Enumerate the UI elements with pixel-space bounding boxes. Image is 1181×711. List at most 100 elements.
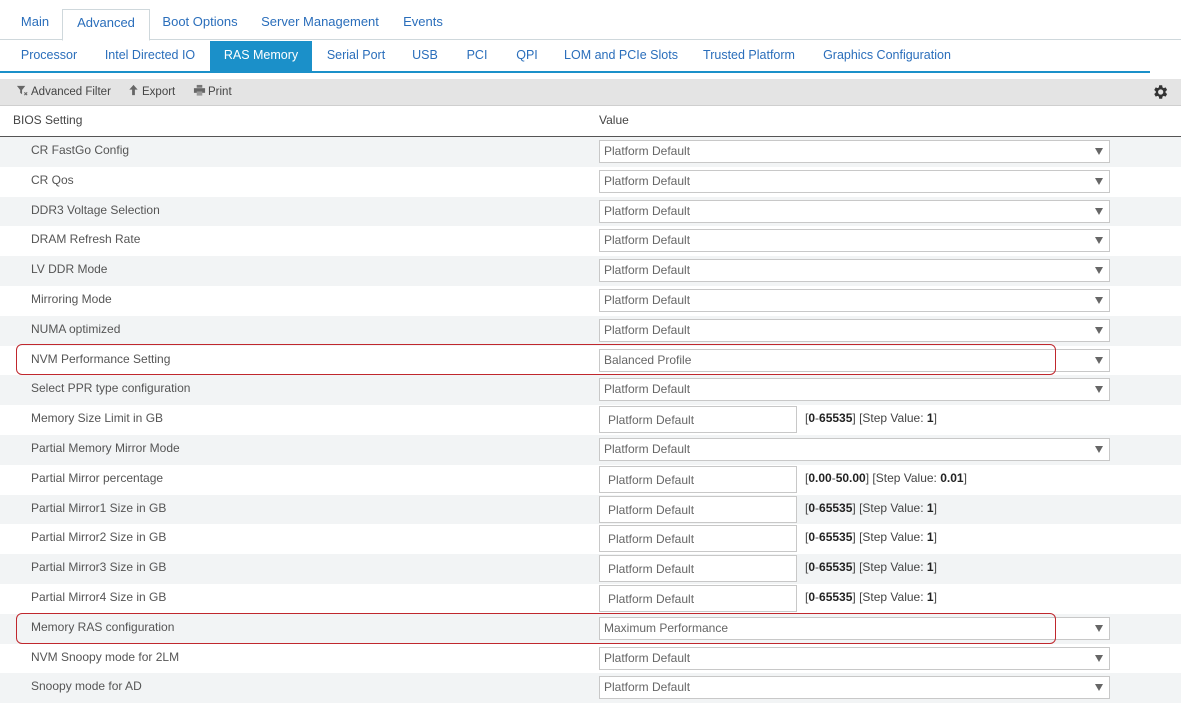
step-label: [Step Value: xyxy=(859,500,927,515)
dropdown-selected-value: Platform Default xyxy=(604,173,691,188)
setting-value-input[interactable]: Platform Default xyxy=(599,584,797,612)
setting-value-dropdown[interactable]: Platform Default xyxy=(599,229,1110,253)
range-max: 65535 xyxy=(819,589,853,604)
setting-value-dropdown[interactable]: Platform Default xyxy=(599,259,1110,283)
advanced-filter-label: Advanced Filter xyxy=(31,86,111,98)
caret-down-icon xyxy=(1095,237,1103,245)
dropdown-selected-value: Maximum Performance xyxy=(604,620,729,635)
caret-down-icon xyxy=(1095,386,1103,394)
setting-value-dropdown[interactable]: Platform Default xyxy=(599,378,1110,402)
setting-value-dropdown[interactable]: Platform Default xyxy=(599,676,1110,700)
table-row: Partial Memory Mirror Mode Platform Defau… xyxy=(0,434,1181,465)
subtab-lom-pcie-slots[interactable]: LOM and PCIe Slots xyxy=(556,41,686,71)
input-value: Platform Default xyxy=(608,472,695,487)
setting-label: Partial Mirror3 Size in GB xyxy=(31,560,167,575)
gear-icon[interactable] xyxy=(1151,83,1169,101)
range-max: 65535 xyxy=(819,411,853,426)
range-max: 65535 xyxy=(819,560,853,575)
dropdown-selected-value: Platform Default xyxy=(604,263,691,278)
subtab-graphics-configuration[interactable]: Graphics Configuration xyxy=(812,41,962,71)
setting-label: Partial Mirror4 Size in GB xyxy=(31,589,167,604)
setting-label: Partial Memory Mirror Mode xyxy=(31,440,180,455)
caret-down-icon xyxy=(1095,267,1103,275)
setting-value-dropdown[interactable]: Balanced Profile xyxy=(599,348,1110,372)
tab-server-management[interactable]: Server Management xyxy=(252,9,388,40)
dropdown-selected-value: Platform Default xyxy=(604,203,691,218)
step-label: [Step Value: xyxy=(872,470,941,485)
sub-tab-bar: Processor Intel Directed IO RAS Memory S… xyxy=(0,41,1150,73)
setting-value-dropdown[interactable]: Platform Default xyxy=(599,140,1110,163)
input-value: Platform Default xyxy=(608,591,695,606)
table-row: Memory RAS configuration Maximum Performa… xyxy=(0,613,1181,644)
setting-label: Partial Mirror1 Size in GB xyxy=(31,500,167,515)
setting-value-input[interactable]: Platform Default xyxy=(599,495,797,523)
setting-value-dropdown[interactable]: Platform Default xyxy=(599,437,1110,461)
tab-boot-options[interactable]: Boot Options xyxy=(152,9,248,40)
setting-value-input[interactable]: Platform Default xyxy=(599,555,797,583)
range-min: 0 xyxy=(808,560,816,575)
setting-value-dropdown[interactable]: Platform Default xyxy=(599,288,1110,312)
range-min: 0 xyxy=(808,589,816,604)
setting-label: LV DDR Mode xyxy=(31,262,108,277)
table-row: Partial Mirror percentage Platform Defaul… xyxy=(0,465,1181,495)
range-max: 65535 xyxy=(819,500,853,515)
dropdown-selected-value: Platform Default xyxy=(604,441,691,456)
printer-icon xyxy=(193,84,206,96)
step-label: [Step Value: xyxy=(859,560,927,575)
subtab-intel-directed-io[interactable]: Intel Directed IO xyxy=(94,41,206,71)
table-row: Partial Mirror4 Size in GB Platform Defau… xyxy=(0,584,1181,614)
input-value: Platform Default xyxy=(608,532,695,547)
export-button[interactable]: Export xyxy=(127,79,175,106)
setting-value-input[interactable]: Platform Default xyxy=(599,465,797,493)
setting-value-dropdown[interactable]: Platform Default xyxy=(599,318,1110,342)
subtab-pci[interactable]: PCI xyxy=(454,41,500,71)
step-label: [Step Value: xyxy=(859,589,927,604)
caret-down-icon xyxy=(1095,148,1103,155)
subtab-ras-memory[interactable]: RAS Memory xyxy=(210,41,312,71)
input-value: Platform Default xyxy=(608,413,695,428)
setting-value-dropdown[interactable]: Maximum Performance xyxy=(599,616,1110,640)
range-min: 0 xyxy=(808,530,816,545)
dropdown-selected-value: Platform Default xyxy=(604,292,691,307)
print-button[interactable]: Print xyxy=(193,79,232,106)
setting-value-dropdown[interactable]: Platform Default xyxy=(599,169,1110,193)
range-hint: [0-65535] [Step Value: 1] xyxy=(805,560,937,575)
setting-label: NUMA optimized xyxy=(31,321,121,336)
column-header-bios-setting: BIOS Setting xyxy=(13,113,83,127)
setting-label: NVM Performance Setting xyxy=(31,351,171,366)
tab-advanced[interactable]: Advanced xyxy=(62,9,150,41)
toolbar: Advanced Filter Export Print xyxy=(0,79,1181,106)
tab-main[interactable]: Main xyxy=(8,9,62,40)
range-min: 0 xyxy=(808,411,816,426)
table-row: Snoopy mode for AD Platform Default xyxy=(0,673,1181,704)
caret-down-icon xyxy=(1095,654,1103,662)
advanced-filter-button[interactable]: Advanced Filter xyxy=(16,79,111,106)
setting-label: DRAM Refresh Rate xyxy=(31,232,141,247)
table-row: NUMA optimized Platform Default xyxy=(0,315,1181,346)
setting-label: CR Qos xyxy=(31,172,74,187)
table-row: DRAM Refresh Rate Platform Default xyxy=(0,226,1181,256)
setting-label: NVM Snoopy mode for 2LM xyxy=(31,649,180,664)
setting-value-dropdown[interactable]: Platform Default xyxy=(599,646,1110,670)
setting-value-input[interactable]: Platform Default xyxy=(599,525,797,553)
caret-down-icon xyxy=(1095,326,1103,334)
setting-label: Memory RAS configuration xyxy=(31,619,175,634)
subtab-processor[interactable]: Processor xyxy=(8,41,90,71)
subtab-qpi[interactable]: QPI xyxy=(504,41,550,71)
tab-events[interactable]: Events xyxy=(392,9,454,40)
setting-value-dropdown[interactable]: Platform Default xyxy=(599,199,1110,223)
table-row: DDR3 Voltage Selection Platform Default xyxy=(0,196,1181,227)
table-row: LV DDR Mode Platform Default xyxy=(0,256,1181,286)
range-min: 0 xyxy=(808,500,816,515)
subtab-trusted-platform[interactable]: Trusted Platform xyxy=(692,41,806,71)
step-value: 1 xyxy=(926,589,934,604)
filter-icon xyxy=(16,85,28,96)
dropdown-selected-value: Platform Default xyxy=(604,322,691,337)
setting-value-input[interactable]: Platform Default xyxy=(599,406,797,434)
subtab-usb[interactable]: USB xyxy=(402,41,448,71)
caret-down-icon xyxy=(1095,177,1103,185)
table-row: Mirroring Mode Platform Default xyxy=(0,286,1181,316)
subtab-serial-port[interactable]: Serial Port xyxy=(316,41,396,71)
step-value: 1 xyxy=(926,530,934,545)
setting-label: Snoopy mode for AD xyxy=(31,679,142,694)
